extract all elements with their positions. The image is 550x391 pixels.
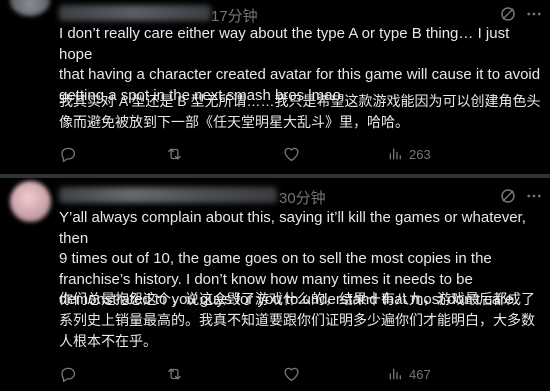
retweet-button[interactable] — [165, 145, 184, 163]
retweet-button[interactable] — [165, 365, 184, 383]
views-count: 263 — [409, 146, 431, 162]
views-icon — [389, 368, 401, 380]
views-button[interactable]: 263 — [387, 145, 431, 163]
like-icon — [284, 367, 299, 382]
views-count: 467 — [409, 366, 431, 382]
retweet-icon — [168, 148, 181, 160]
more-icon[interactable] — [525, 5, 543, 23]
grok-icon[interactable] — [499, 5, 517, 23]
tweet-translation: 我其实对 A 型还是 B 型无所谓……我只是希望这款游戏能因为可以创建角色头 像… — [59, 93, 541, 130]
avatar[interactable] — [10, 0, 50, 16]
views-icon — [389, 148, 401, 160]
more-icon[interactable] — [525, 187, 543, 205]
author-name-blurred[interactable] — [59, 187, 277, 203]
author-name-blurred[interactable] — [59, 5, 211, 21]
avatar[interactable] — [10, 181, 51, 222]
reply-icon — [61, 367, 76, 383]
reply-button[interactable] — [59, 365, 77, 383]
like-button[interactable] — [282, 145, 301, 163]
tweet-2[interactable]: 30分钟 Y’all always complain about this, s… — [0, 178, 550, 391]
reply-icon — [61, 147, 76, 163]
tweet-timestamp[interactable]: 17分钟 — [211, 5, 258, 26]
reply-button[interactable] — [59, 145, 77, 163]
tweet-1[interactable]: 17分钟 I don’t really care either way abou… — [0, 0, 550, 174]
views-button[interactable]: 467 — [387, 365, 431, 383]
tweet-translation: 你们总是抱怨这个，说这会毁了游戏什么的，结果十有八九，游戏最后都成了 系列史上销… — [59, 291, 535, 349]
like-button[interactable] — [282, 365, 301, 383]
tweet-timestamp[interactable]: 30分钟 — [279, 187, 326, 208]
like-icon — [284, 147, 299, 162]
retweet-icon — [168, 368, 181, 380]
grok-icon[interactable] — [499, 187, 517, 205]
